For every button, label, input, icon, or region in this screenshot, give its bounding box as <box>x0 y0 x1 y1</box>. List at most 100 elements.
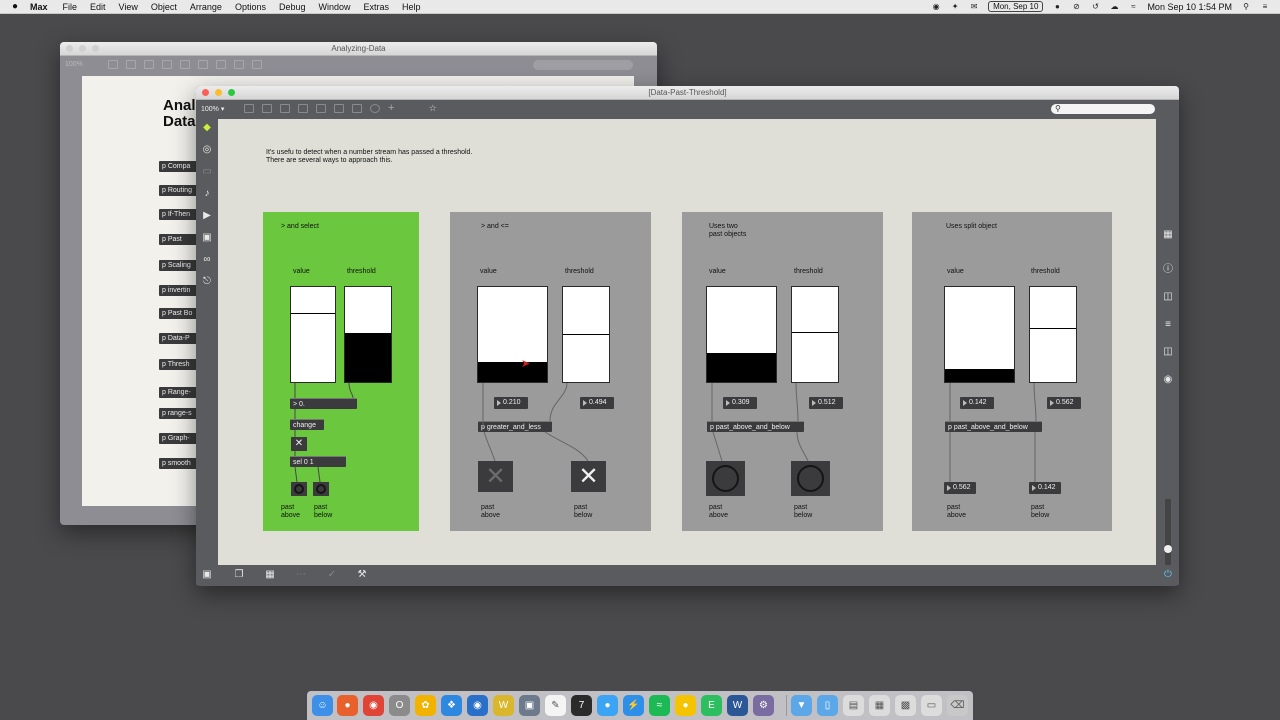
past-above-number-box[interactable]: 0.562 <box>944 482 976 494</box>
book-icon[interactable]: ◫ <box>1162 291 1174 303</box>
wifi-icon[interactable]: ≈ <box>1128 2 1138 11</box>
toggle-button[interactable]: ✕ <box>291 437 307 451</box>
number-icon[interactable] <box>316 104 326 113</box>
clean-icon[interactable]: ✫ <box>429 104 439 113</box>
toggle-icon[interactable] <box>298 104 308 113</box>
menu-help[interactable]: Help <box>402 2 421 12</box>
slider-icon[interactable] <box>352 104 362 113</box>
music-note-icon[interactable]: ♪ <box>201 188 213 200</box>
block-icon[interactable]: ⊘ <box>1071 2 1081 11</box>
bg-object[interactable]: p Past <box>159 234 197 245</box>
preview-icon[interactable]: ▣ <box>519 695 540 716</box>
cube-icon[interactable]: ◆ <box>201 122 213 134</box>
target-icon[interactable]: ◎ <box>201 144 213 156</box>
menu-view[interactable]: View <box>119 2 138 12</box>
trash-icon[interactable]: ⌫ <box>947 695 968 716</box>
time-machine-icon[interactable]: ↺ <box>1090 2 1100 11</box>
bg-tool-icon[interactable] <box>234 60 244 69</box>
main-titlebar[interactable]: [Data-Past-Threshold] <box>196 86 1179 100</box>
downloads-icon[interactable]: ▼ <box>791 695 812 716</box>
bg-object[interactable]: p Routing <box>159 185 197 196</box>
past-above-and-below-object[interactable]: p past_above_and_below <box>707 421 804 432</box>
message-icon[interactable] <box>334 104 344 113</box>
bg-tool-icon[interactable] <box>198 60 208 69</box>
past-above-toggle[interactable]: ✕ <box>478 461 513 492</box>
presentation-mode-icon[interactable]: ▦ <box>264 569 276 581</box>
menu-object[interactable]: Object <box>151 2 177 12</box>
opera-icon[interactable]: O <box>389 695 410 716</box>
bg-zoom[interactable]: 100% <box>65 61 83 68</box>
bg-object[interactable]: p range-s <box>159 408 197 419</box>
threshold-slider[interactable] <box>1029 286 1077 383</box>
bg-object[interactable]: p If-Then <box>159 209 197 220</box>
threshold-number-box[interactable]: 0.512 <box>809 397 843 409</box>
bg-object[interactable]: p invertin <box>159 285 197 296</box>
bg-tool-icon[interactable] <box>180 60 190 69</box>
greater-than-object[interactable]: > 0. <box>290 398 357 409</box>
minimize-button[interactable] <box>215 89 222 96</box>
bg-object[interactable]: p Compa <box>159 161 197 172</box>
bg-tool-icon[interactable] <box>252 60 262 69</box>
finder-icon[interactable]: ☺ <box>312 695 333 716</box>
snap-icon[interactable]: ✓ <box>326 569 338 581</box>
bg-object[interactable]: p Data-P <box>159 333 197 344</box>
search-input[interactable]: ⚲ <box>1051 104 1155 114</box>
past-above-bang[interactable] <box>706 461 745 496</box>
menu-extras[interactable]: Extras <box>364 2 390 12</box>
main-patcher-window[interactable]: [Data-Past-Threshold] 100% ▾ + ✫ ⚲ ◆ ◎ ▭… <box>196 86 1179 586</box>
menu-debug[interactable]: Debug <box>279 2 306 12</box>
photos-icon[interactable]: ✿ <box>415 695 436 716</box>
bg-tool-icon[interactable] <box>108 60 118 69</box>
past-below-bang[interactable] <box>313 482 329 496</box>
word-icon[interactable]: W <box>727 695 748 716</box>
bg-object[interactable]: p Scaling <box>159 260 197 271</box>
select-object[interactable]: sel 0 1 <box>290 456 346 467</box>
browser-icon[interactable]: ◉ <box>467 695 488 716</box>
menu-arrange[interactable]: Arrange <box>190 2 222 12</box>
menu-edit[interactable]: Edit <box>90 2 106 12</box>
value-slider[interactable] <box>477 286 548 383</box>
bg-object[interactable]: p Graph- <box>159 433 197 444</box>
wrench-icon[interactable]: ⚒ <box>356 569 368 581</box>
wunderlist-icon[interactable]: W <box>493 695 514 716</box>
threshold-number-box[interactable]: 0.494 <box>580 397 614 409</box>
close-button[interactable] <box>202 89 209 96</box>
bg-object[interactable]: p Range- <box>159 387 197 398</box>
zoom-menu[interactable]: 100% ▾ <box>201 105 224 113</box>
bg-tool-icon[interactable] <box>162 60 172 69</box>
menu-file[interactable]: File <box>63 2 78 12</box>
files-icon[interactable]: ▤ <box>843 695 864 716</box>
grid-icon[interactable]: ▦ <box>869 695 890 716</box>
window-icon[interactable]: ▭ <box>921 695 942 716</box>
plugin-icon[interactable]: ⎋ <box>201 276 213 288</box>
apple-menu-icon[interactable]: ● <box>0 1 30 12</box>
volume-slider-handle[interactable] <box>1164 545 1172 553</box>
bg-tool-icon[interactable] <box>126 60 136 69</box>
dial-icon[interactable] <box>370 104 380 113</box>
list-icon[interactable]: ≡ <box>1162 319 1174 331</box>
camera-icon[interactable]: ◉ <box>1162 374 1174 386</box>
textedit-icon[interactable]: ✎ <box>545 695 566 716</box>
value-number-box[interactable]: 0.309 <box>723 397 757 409</box>
circle-icon[interactable]: ● <box>1052 2 1062 11</box>
value-number-box[interactable]: 0.210 <box>494 397 528 409</box>
bg-object[interactable]: p Thresh <box>159 359 197 370</box>
windows-icon[interactable]: ❐ <box>233 569 245 581</box>
value-slider[interactable] <box>290 286 336 383</box>
rect-icon[interactable]: ▭ <box>201 166 213 178</box>
menu-options[interactable]: Options <box>235 2 266 12</box>
grid-toggle-icon[interactable]: ⋯ <box>295 569 307 581</box>
bg-tool-icon[interactable] <box>144 60 154 69</box>
menu-list-icon[interactable]: ≡ <box>1260 2 1270 11</box>
max-icon[interactable]: 7 <box>571 695 592 716</box>
notes-icon[interactable]: ● <box>675 695 696 716</box>
reference-icon[interactable]: ◫ <box>1162 346 1174 358</box>
grid-icon[interactable]: ▦ <box>1162 229 1174 241</box>
zoom-button[interactable] <box>228 89 235 96</box>
lock-icon[interactable]: ▣ <box>201 569 213 581</box>
bg-object[interactable]: p smooth <box>159 458 197 469</box>
bg-titlebar[interactable]: Analyzing-Data <box>60 42 657 56</box>
spotify-icon[interactable]: ≈ <box>649 695 670 716</box>
play-icon[interactable]: ▶ <box>201 210 213 222</box>
folder-icon[interactable]: ▯ <box>817 695 838 716</box>
